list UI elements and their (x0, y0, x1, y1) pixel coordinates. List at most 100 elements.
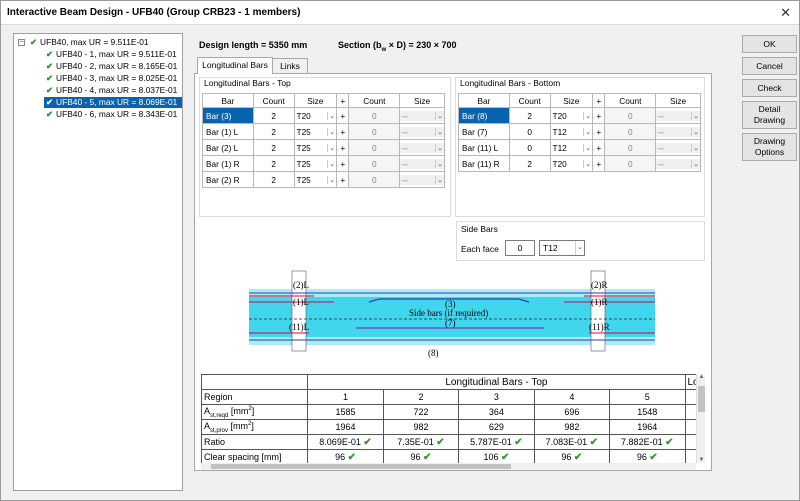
bar-name[interactable]: Bar (11) L (458, 139, 510, 156)
bar-count-input[interactable]: 2 (252, 155, 295, 172)
scroll-up-icon[interactable]: ▲ (697, 374, 706, 380)
bar-size-select[interactable]: T20 ⌄ (293, 107, 338, 124)
plus-sign: + (592, 139, 606, 156)
extra-count-input: 0 (348, 155, 401, 172)
ok-button[interactable]: OK (742, 35, 797, 53)
table-row[interactable]: Bar (1) L 2 T25 ⌄ +0 -- ⌄ (202, 123, 445, 140)
column-header: Count (252, 93, 295, 108)
bar-name[interactable]: Bar (1) R (202, 155, 254, 172)
results-table-viewport: Longitudinal Bars - TopLongitRegion12345… (201, 374, 696, 463)
extra-size-select: -- ⌄ (655, 107, 701, 124)
bar-size-select[interactable]: T25 ⌄ (293, 155, 338, 172)
extra-size-select: -- ⌄ (655, 139, 701, 156)
check-icon: ✔ (46, 85, 54, 95)
bar-size-select[interactable]: T12 ⌄ (549, 139, 594, 156)
scroll-down-icon[interactable]: ▼ (697, 457, 706, 463)
results-row: Ratio 8.069E-01 ✔ 7.35E-01 ✔ 5.787E-01 ✔ 7.0… (201, 434, 696, 450)
plus-sign: + (336, 123, 350, 140)
bar-count-input[interactable]: 2 (508, 155, 551, 172)
side-bars-group: Side Bars Each face 0 T12 ⌄ (456, 221, 705, 261)
bar-name[interactable]: Bar (7) (458, 123, 510, 140)
bar-size-select[interactable]: T12 ⌄ (549, 123, 594, 140)
chevron-down-icon: ⌄ (435, 159, 444, 168)
extra-size-select: -- ⌄ (399, 139, 445, 156)
scroll-thumb[interactable] (698, 386, 705, 412)
result-cell: 7.083E-01 ✔ (533, 434, 611, 450)
bar-name[interactable]: Bar (3) (202, 107, 254, 124)
column-header: + (336, 93, 350, 108)
bar-size-select[interactable]: T20 ⌄ (549, 155, 594, 172)
horizontal-scrollbar[interactable] (201, 463, 696, 470)
bar-name[interactable]: Bar (8) (458, 107, 510, 124)
tree-root[interactable]: ✔ UFB40, max UR = 9.511E-01 (28, 37, 151, 48)
bar-count-input[interactable]: 0 (508, 139, 551, 156)
side-bars-count-input[interactable]: 0 (505, 240, 535, 256)
table-row[interactable]: Bar (1) R 2 T25 ⌄ +0 -- ⌄ (202, 155, 445, 172)
bar-name[interactable]: Bar (1) L (202, 123, 254, 140)
label-1r: (1)R (591, 297, 608, 307)
column-header: Bar (458, 93, 510, 108)
table-header-row: Bar Count Size + Count Size (202, 93, 445, 108)
check-button[interactable]: Check (742, 79, 797, 97)
table-row[interactable]: Bar (2) R 2 T25 ⌄ +0 -- ⌄ (202, 171, 445, 188)
bar-size-select[interactable]: T25 ⌄ (293, 123, 338, 140)
vertical-scrollbar[interactable]: ▲ ▼ (696, 374, 705, 463)
table-row[interactable]: Bar (3) 2 T20 ⌄ +0 -- ⌄ (202, 107, 445, 124)
collapse-toggle[interactable]: − (18, 39, 25, 46)
extra-size-select: -- ⌄ (655, 123, 701, 140)
tree-item[interactable]: ✔ UFB40 - 2, max UR = 8.165E-01 (44, 61, 179, 72)
tree-item[interactable]: ✔ UFB40 - 4, max UR = 8.037E-01 (44, 85, 179, 96)
table-row[interactable]: Bar (2) L 2 T25 ⌄ +0 -- ⌄ (202, 139, 445, 156)
row-label: Ast,reqd [mm2] (201, 404, 309, 420)
bar-count-input[interactable]: 0 (508, 123, 551, 140)
table-row[interactable]: Bar (11) L 0 T12 ⌄ +0 -- ⌄ (458, 139, 701, 156)
table-row[interactable]: Bar (11) R 2 T20 ⌄ +0 -- ⌄ (458, 155, 701, 172)
check-icon: ✔ (46, 73, 54, 83)
check-icon: ✔ (46, 61, 54, 71)
side-bars-size-select[interactable]: T12 ⌄ (539, 240, 585, 256)
tree-item-label: UFB40 - 5, max UR = 8.069E-01 (56, 97, 178, 107)
tree-item-selected[interactable]: ✔ UFB40 - 5, max UR = 8.069E-01 (44, 97, 182, 108)
column-header: Count (508, 93, 551, 108)
tab-longitudinal-bars[interactable]: Longitudinal Bars (197, 57, 273, 74)
scroll-thumb[interactable] (211, 464, 511, 469)
check-icon: ✔ (46, 49, 54, 59)
bar-name[interactable]: Bar (11) R (458, 155, 510, 172)
drawing-options-button[interactable]: Drawing Options (742, 133, 797, 161)
bar-count-input[interactable]: 2 (252, 171, 295, 188)
member-tree: − ✔ UFB40, max UR = 9.511E-01 ✔ UFB40 - 1,… (13, 33, 183, 491)
bar-size-select[interactable]: T25 ⌄ (293, 171, 338, 188)
bar-count-input[interactable]: 2 (252, 107, 295, 124)
extra-size-select: -- ⌄ (399, 155, 445, 172)
chevron-down-icon: ⌄ (691, 159, 700, 168)
bar-count-input[interactable]: 2 (252, 123, 295, 140)
bottom-bars-table: Bar Count Size + Count Size Bar (8) 2 T20 ⌄ +0 -- ⌄ B… (458, 93, 701, 172)
bar-size-select[interactable]: T25 ⌄ (293, 139, 338, 156)
tree-item[interactable]: ✔ UFB40 - 3, max UR = 8.025E-01 (44, 73, 179, 84)
close-icon[interactable]: ✕ (780, 5, 791, 21)
tree-item-label: UFB40 - 3, max UR = 8.025E-01 (56, 73, 178, 83)
plus-sign: + (592, 107, 606, 124)
chevron-down-icon: ⌄ (327, 111, 336, 120)
table-row[interactable]: Bar (7) 0 T12 ⌄ +0 -- ⌄ (458, 123, 701, 140)
label-1l: (1)L (293, 297, 309, 307)
result-cell: 106 ✔ (458, 449, 535, 463)
tab-links[interactable]: Links (272, 58, 308, 74)
check-icon: ✔ (30, 37, 38, 47)
bar-count-input[interactable]: 2 (508, 107, 551, 124)
table-row[interactable]: Bar (8) 2 T20 ⌄ +0 -- ⌄ (458, 107, 701, 124)
column-header: Size (655, 93, 701, 108)
tree-item[interactable]: ✔ UFB40 - 1, max UR = 9.511E-01 (44, 49, 179, 60)
bar-size-select[interactable]: T20 ⌄ (549, 107, 594, 124)
detail-drawing-button[interactable]: Detail Drawing (742, 101, 797, 129)
tree-item[interactable]: ✔ UFB40 - 6, max UR = 8.343E-01 (44, 109, 179, 120)
extra-count-input: 0 (348, 171, 401, 188)
cancel-button[interactable]: Cancel (742, 57, 797, 75)
bar-name[interactable]: Bar (2) R (202, 171, 254, 188)
label-11l: (11)L (289, 322, 309, 332)
check-icon: ✔ (347, 451, 356, 463)
bar-name[interactable]: Bar (2) L (202, 139, 254, 156)
tree-root-label: UFB40, max UR = 9.511E-01 (40, 37, 149, 47)
bar-count-input[interactable]: 2 (252, 139, 295, 156)
region-cell: 1 (307, 389, 384, 405)
